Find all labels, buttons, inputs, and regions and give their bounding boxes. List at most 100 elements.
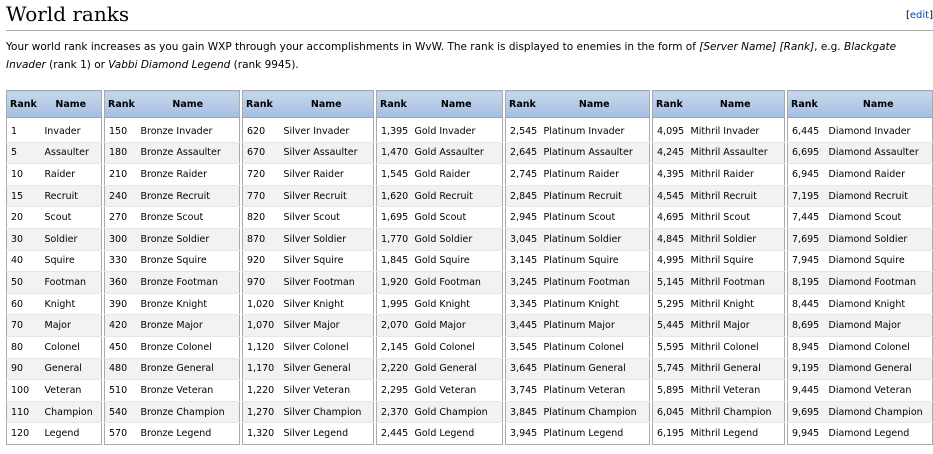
rank-cell: 510: [104, 379, 137, 402]
table-row: 1,695 Gold Scout: [376, 206, 503, 229]
rank-cell: 8,695: [787, 314, 825, 337]
example-rank-2: Vabbi Diamond Legend: [108, 59, 231, 71]
name-cell: Gold Champion: [410, 400, 503, 423]
name-cell: Platinum Knight: [539, 292, 650, 315]
table-row: 4,245 Mithril Assaulter: [652, 141, 785, 164]
rank-cell: 6,045: [652, 400, 687, 423]
rank-cell: 1,470: [376, 141, 411, 164]
table-row: 1,070 Silver Major: [242, 314, 374, 337]
table-row: 4,545 Mithril Recruit: [652, 184, 785, 207]
name-column-header: Name: [686, 90, 785, 118]
rank-cell: 90: [6, 357, 41, 380]
table-row: 10 Raider: [6, 163, 102, 186]
table-row: 9,445 Diamond Veteran: [787, 379, 933, 402]
rank-cell: 2,845: [505, 184, 540, 207]
table-row: 1,220 Silver Veteran: [242, 379, 374, 402]
name-cell: Mithril Veteran: [686, 379, 785, 402]
name-column-header: Name: [539, 90, 650, 118]
table-row: 180 Bronze Assaulter: [104, 141, 240, 164]
table-row: 1,620 Gold Recruit: [376, 184, 503, 207]
rank-cell: 270: [104, 206, 137, 229]
name-cell: Mithril General: [686, 357, 785, 380]
table-row: 100 Veteran: [6, 379, 102, 402]
name-cell: Bronze Legend: [136, 422, 240, 445]
table-row: 6,695 Diamond Assaulter: [787, 141, 933, 164]
table-row: 1,320 Silver Legend: [242, 422, 374, 445]
table-row: 420 Bronze Major: [104, 314, 240, 337]
table-row: 210 Bronze Raider: [104, 163, 240, 186]
rank-cell: 2,295: [376, 379, 411, 402]
name-cell: Silver Footman: [279, 271, 374, 294]
rank-column-header: Rank: [104, 90, 137, 118]
edit-link-label[interactable]: edit: [910, 10, 929, 21]
table-header-row: Rank Name: [242, 90, 374, 118]
table-row: 270 Bronze Scout: [104, 206, 240, 229]
name-cell: Silver Colonel: [279, 335, 374, 359]
table-row: 330 Bronze Squire: [104, 249, 240, 272]
rank-cell: 450: [104, 335, 137, 359]
table-row: 7,945 Diamond Squire: [787, 249, 933, 272]
name-cell: Diamond Champion: [824, 400, 933, 423]
name-cell: Mithril Champion: [686, 400, 785, 423]
table-row: 3,845 Platinum Champion: [505, 400, 650, 423]
name-cell: Diamond Colonel: [824, 335, 933, 359]
table-row: 8,445 Diamond Knight: [787, 292, 933, 315]
name-cell: Silver Invader: [279, 117, 374, 143]
name-cell: Scout: [40, 206, 102, 229]
table-row: 4,695 Mithril Scout: [652, 206, 785, 229]
edit-link[interactable]: [edit]: [906, 10, 933, 21]
name-cell: Silver Major: [279, 314, 374, 337]
name-cell: Platinum Squire: [539, 249, 650, 272]
table-row: 770 Silver Recruit: [242, 184, 374, 207]
rank-cell: 1,770: [376, 227, 411, 251]
rank-cell: 4,695: [652, 206, 687, 229]
table-row: 30 Soldier: [6, 227, 102, 251]
table-row: 510 Bronze Veteran: [104, 379, 240, 402]
name-cell: Platinum Veteran: [539, 379, 650, 402]
name-cell: Gold Major: [410, 314, 503, 337]
table-row: 8,195 Diamond Footman: [787, 271, 933, 294]
name-cell: Platinum Soldier: [539, 227, 650, 251]
rank-cell: 9,945: [787, 422, 825, 445]
name-cell: Gold Footman: [410, 271, 503, 294]
table-row: 2,945 Platinum Scout: [505, 206, 650, 229]
table-row: 8,945 Diamond Colonel: [787, 335, 933, 359]
table-row: 9,195 Diamond General: [787, 357, 933, 380]
name-cell: Mithril Soldier: [686, 227, 785, 251]
rank-cell: 4,845: [652, 227, 687, 251]
rank-table: Rank Name 1,395 Gold Invader 1,470 Gold Assau…: [376, 90, 503, 445]
rank-cell: 1,170: [242, 357, 280, 380]
rank-cell: 3,745: [505, 379, 540, 402]
rank-cell: 3,245: [505, 271, 540, 294]
rank-cell: 1,545: [376, 163, 411, 186]
table-header-row: Rank Name: [104, 90, 240, 118]
name-column-header: Name: [824, 90, 933, 118]
table-row: 4,395 Mithril Raider: [652, 163, 785, 186]
table-row: 870 Silver Soldier: [242, 227, 374, 251]
rank-cell: 110: [6, 400, 41, 423]
rank-cell: 2,645: [505, 141, 540, 164]
rank-cell: 390: [104, 292, 137, 315]
table-row: 7,195 Diamond Recruit: [787, 184, 933, 207]
rank-cell: 9,695: [787, 400, 825, 423]
table-row: 2,645 Platinum Assaulter: [505, 141, 650, 164]
rank-cell: 100: [6, 379, 41, 402]
table-row: 5,595 Mithril Colonel: [652, 335, 785, 359]
name-cell: Silver Squire: [279, 249, 374, 272]
name-cell: Bronze General: [136, 357, 240, 380]
name-cell: Diamond Squire: [824, 249, 933, 272]
rank-cell: 7,945: [787, 249, 825, 272]
name-cell: Silver Champion: [279, 400, 374, 423]
table-row: 2,545 Platinum Invader: [505, 117, 650, 143]
rank-cell: 330: [104, 249, 137, 272]
rank-cell: 1,070: [242, 314, 280, 337]
rank-cell: 9,445: [787, 379, 825, 402]
rank-cell: 2,545: [505, 117, 540, 143]
rank-cell: 5,295: [652, 292, 687, 315]
name-cell: Bronze Colonel: [136, 335, 240, 359]
rank-cell: 5,895: [652, 379, 687, 402]
rank-cell: 7,695: [787, 227, 825, 251]
rank-cell: 970: [242, 271, 280, 294]
name-cell: Mithril Legend: [686, 422, 785, 445]
rank-cell: 80: [6, 335, 41, 359]
